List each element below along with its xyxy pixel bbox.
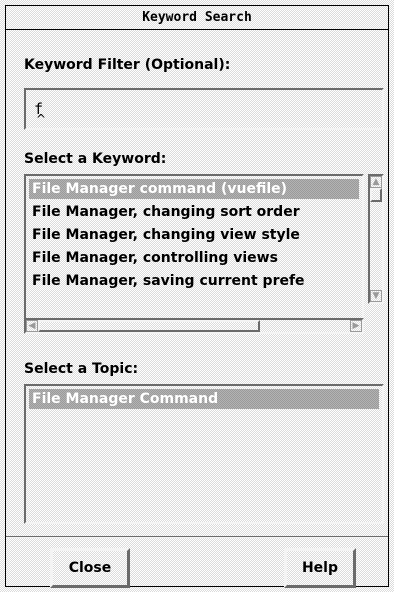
keyword-list-item[interactable]: File Manager, changing view style [29, 225, 359, 245]
help-button[interactable]: Help [284, 548, 356, 588]
select-keyword-label: Select a Keyword: [24, 151, 167, 167]
horizontal-scroll-thumb[interactable] [38, 320, 260, 332]
window-title: Keyword Search [142, 10, 252, 25]
button-area-divider [6, 536, 388, 538]
keyword-list[interactable]: File Manager command (vuefile) File Manag… [24, 174, 364, 322]
scroll-down-arrow-icon[interactable]: ▼ [370, 290, 382, 302]
keyword-list-item[interactable]: File Manager, changing sort order [29, 202, 359, 222]
select-topic-label: Select a Topic: [24, 361, 139, 377]
keyword-list-item[interactable]: File Manager, controlling views [29, 248, 359, 268]
vertical-scroll-thumb[interactable] [370, 188, 382, 202]
topic-list-item[interactable]: File Manager Command [29, 389, 379, 409]
keyword-horizontal-scrollbar[interactable]: ◀ ▶ [24, 318, 364, 334]
scroll-left-arrow-icon[interactable]: ◀ [26, 320, 38, 332]
text-caret-icon: ^ [36, 112, 47, 126]
keyword-vertical-scrollbar[interactable]: ▲ ▼ [368, 174, 384, 304]
keyword-list-item[interactable]: File Manager, saving current prefe [29, 271, 359, 291]
keyword-search-dialog: Keyword Search Keyword Filter (Optional)… [5, 5, 389, 588]
keyword-filter-input[interactable]: f ^ [24, 88, 384, 130]
scroll-right-arrow-icon[interactable]: ▶ [350, 320, 362, 332]
close-button-label: Close [68, 560, 112, 576]
help-button-label: Help [301, 560, 339, 576]
close-button[interactable]: Close [50, 548, 130, 588]
topic-list[interactable]: File Manager Command [24, 384, 384, 524]
title-bar[interactable]: Keyword Search [6, 6, 388, 30]
scroll-up-arrow-icon[interactable]: ▲ [370, 176, 382, 188]
keyword-list-item[interactable]: File Manager command (vuefile) [29, 179, 359, 199]
keyword-filter-label: Keyword Filter (Optional): [24, 57, 231, 73]
